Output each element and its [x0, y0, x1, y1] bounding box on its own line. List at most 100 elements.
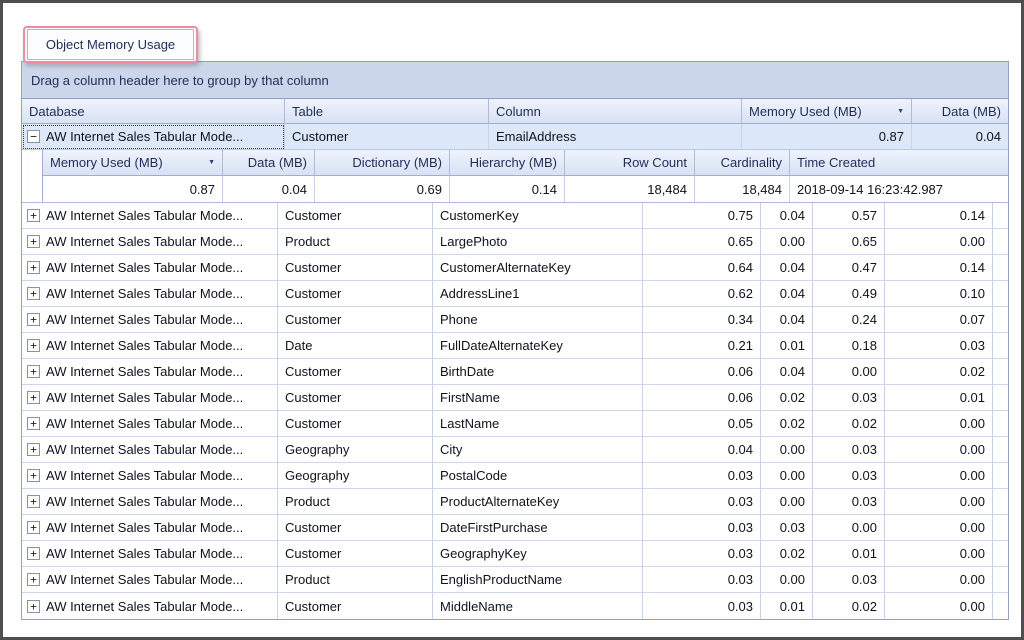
cell-database[interactable]: + AW Internet Sales Tabular Mode...	[22, 359, 278, 385]
cell-dictionary[interactable]: 0.49	[813, 281, 885, 307]
cell-database[interactable]: + AW Internet Sales Tabular Mode...	[22, 255, 278, 281]
cell-table[interactable]: Customer	[278, 385, 433, 411]
cell-memory-used[interactable]: 0.03	[643, 489, 761, 515]
expand-icon[interactable]: +	[27, 235, 40, 248]
cell-column[interactable]: AddressLine1	[433, 281, 643, 307]
detail-data-row[interactable]: 0.87 0.04 0.69 0.14 18,484 18,	[43, 176, 1008, 202]
detail-sort-desc-icon[interactable]: ▼	[208, 159, 215, 166]
cell-data[interactable]: 0.04	[761, 255, 813, 281]
cell-table[interactable]: Customer	[278, 307, 433, 333]
expand-icon[interactable]: +	[27, 339, 40, 352]
cell-hierarchy[interactable]: 0.00	[885, 567, 993, 593]
cell-hierarchy[interactable]: 0.02	[885, 359, 993, 385]
table-row[interactable]: + AW Internet Sales Tabular Mode... Cust…	[22, 307, 1008, 333]
cell-dictionary[interactable]: 0.02	[813, 593, 885, 619]
cell-table[interactable]: Geography	[278, 463, 433, 489]
cell-memory-used[interactable]: 0.03	[643, 593, 761, 619]
cell-memory-used[interactable]: 0.06	[643, 359, 761, 385]
expand-icon[interactable]: +	[27, 391, 40, 404]
cell-memory-used[interactable]: 0.21	[643, 333, 761, 359]
cell-dictionary[interactable]: 0.03	[813, 437, 885, 463]
cell-memory-used[interactable]: 0.75	[643, 203, 761, 229]
header-table[interactable]: Table	[285, 99, 489, 124]
cell-database[interactable]: + AW Internet Sales Tabular Mode...	[22, 463, 278, 489]
cell-dictionary[interactable]: 0.03	[813, 463, 885, 489]
cell-table[interactable]: Date	[278, 333, 433, 359]
table-row[interactable]: + AW Internet Sales Tabular Mode... Cust…	[22, 541, 1008, 567]
table-row[interactable]: + AW Internet Sales Tabular Mode... Cust…	[22, 593, 1008, 619]
cell-hierarchy[interactable]: 0.00	[885, 463, 993, 489]
cell-data[interactable]: 0.00	[761, 437, 813, 463]
cell-dictionary[interactable]: 0.01	[813, 541, 885, 567]
cell-data[interactable]: 0.04	[912, 124, 1008, 150]
cell-database[interactable]: + AW Internet Sales Tabular Mode...	[22, 567, 278, 593]
cell-hierarchy[interactable]: 0.10	[885, 281, 993, 307]
table-row[interactable]: + AW Internet Sales Tabular Mode... Prod…	[22, 229, 1008, 255]
cell-hierarchy[interactable]: 0.00	[885, 541, 993, 567]
cell-column[interactable]: FullDateAlternateKey	[433, 333, 643, 359]
cell-memory-used[interactable]: 0.34	[643, 307, 761, 333]
cell-column[interactable]: Phone	[433, 307, 643, 333]
detail-cell-dictionary[interactable]: 0.69	[315, 176, 450, 202]
table-row[interactable]: + AW Internet Sales Tabular Mode... Geog…	[22, 437, 1008, 463]
header-data[interactable]: Data (MB)	[912, 99, 1008, 124]
detail-header-data[interactable]: Data (MB)	[223, 150, 315, 176]
header-memory-used[interactable]: Memory Used (MB) ▼	[742, 99, 912, 124]
expand-icon[interactable]: +	[27, 469, 40, 482]
cell-data[interactable]: 0.04	[761, 307, 813, 333]
cell-table[interactable]: Customer	[278, 359, 433, 385]
cell-table[interactable]: Customer	[278, 515, 433, 541]
cell-hierarchy[interactable]: 0.07	[885, 307, 993, 333]
cell-database[interactable]: + AW Internet Sales Tabular Mode...	[22, 281, 278, 307]
cell-hierarchy[interactable]: 0.14	[885, 255, 993, 281]
cell-data[interactable]: 0.04	[761, 203, 813, 229]
cell-dictionary[interactable]: 0.24	[813, 307, 885, 333]
detail-cell-cardinality[interactable]: 18,484	[695, 176, 790, 202]
cell-database[interactable]: + AW Internet Sales Tabular Mode...	[22, 593, 278, 619]
detail-cell-hierarchy[interactable]: 0.14	[450, 176, 565, 202]
cell-hierarchy[interactable]: 0.14	[885, 203, 993, 229]
cell-data[interactable]: 0.04	[761, 359, 813, 385]
cell-hierarchy[interactable]: 0.00	[885, 489, 993, 515]
cell-column[interactable]: GeographyKey	[433, 541, 643, 567]
table-row[interactable]: + AW Internet Sales Tabular Mode... Cust…	[22, 281, 1008, 307]
detail-header-cardinality[interactable]: Cardinality	[695, 150, 790, 176]
expand-icon[interactable]: +	[27, 417, 40, 430]
expand-icon[interactable]: +	[27, 573, 40, 586]
cell-memory-used[interactable]: 0.03	[643, 515, 761, 541]
cell-dictionary[interactable]: 0.03	[813, 385, 885, 411]
cell-column[interactable]: EmailAddress	[489, 124, 742, 150]
header-column[interactable]: Column	[489, 99, 742, 124]
cell-data[interactable]: 0.00	[761, 489, 813, 515]
cell-table[interactable]: Customer	[285, 124, 489, 150]
detail-header-dictionary[interactable]: Dictionary (MB)	[315, 150, 450, 176]
cell-database[interactable]: + AW Internet Sales Tabular Mode...	[22, 333, 278, 359]
table-row[interactable]: + AW Internet Sales Tabular Mode... Cust…	[22, 255, 1008, 281]
cell-memory-used[interactable]: 0.64	[643, 255, 761, 281]
collapse-icon[interactable]: −	[27, 130, 40, 143]
cell-dictionary[interactable]: 0.18	[813, 333, 885, 359]
expand-icon[interactable]: +	[27, 600, 40, 613]
cell-column[interactable]: MiddleName	[433, 593, 643, 619]
cell-table[interactable]: Product	[278, 567, 433, 593]
group-by-panel[interactable]: Drag a column header here to group by th…	[22, 62, 1008, 99]
table-row[interactable]: + AW Internet Sales Tabular Mode... Prod…	[22, 489, 1008, 515]
cell-column[interactable]: City	[433, 437, 643, 463]
cell-data[interactable]: 0.03	[761, 515, 813, 541]
cell-database[interactable]: − AW Internet Sales Tabular Mode...	[22, 124, 285, 150]
cell-database[interactable]: + AW Internet Sales Tabular Mode...	[22, 203, 278, 229]
expand-icon[interactable]: +	[27, 547, 40, 560]
tab-object-memory-usage[interactable]: Object Memory Usage	[27, 29, 194, 60]
detail-header-hierarchy[interactable]: Hierarchy (MB)	[450, 150, 565, 176]
table-row[interactable]: + AW Internet Sales Tabular Mode... Cust…	[22, 515, 1008, 541]
cell-memory-used[interactable]: 0.04	[643, 437, 761, 463]
cell-column[interactable]: LastName	[433, 411, 643, 437]
cell-hierarchy[interactable]: 0.00	[885, 229, 993, 255]
cell-dictionary[interactable]: 0.03	[813, 489, 885, 515]
cell-table[interactable]: Product	[278, 229, 433, 255]
expand-icon[interactable]: +	[27, 209, 40, 222]
cell-table[interactable]: Customer	[278, 411, 433, 437]
cell-table[interactable]: Product	[278, 489, 433, 515]
cell-data[interactable]: 0.02	[761, 385, 813, 411]
cell-dictionary[interactable]: 0.57	[813, 203, 885, 229]
